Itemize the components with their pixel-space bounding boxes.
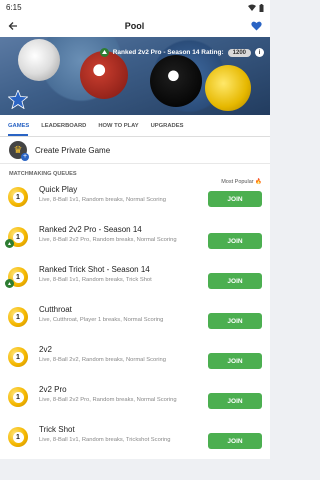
back-arrow-icon[interactable] [8,21,18,31]
ball-number: 1 [12,231,24,243]
tab-indicator [8,134,28,136]
create-private-game-row[interactable]: ♛ + Create Private Game [0,137,270,164]
ball-number: 1 [12,431,24,443]
queue-row-ranked-trick-shot: 1 ▲ Ranked Trick Shot - Season 14 Live, 8-… [0,261,270,301]
queue-row-2v2-pro: 1 2v2 Pro Live, 8-Ball 2v2 Pro, Random br… [0,381,270,421]
one-ball-icon: 1 [8,387,28,407]
ball-number: 1 [12,391,24,403]
create-private-game-label: Create Private Game [35,145,111,155]
queue-row-quick-play: 1 Quick Play Live, 8-Ball 1v1, Random bre… [0,179,270,221]
one-ball-icon: 1 [8,307,28,327]
rank-badge-icon: ▲ [5,279,14,288]
hero-banner: Ranked 2v2 Pro - Season 14 Rating: 1200 … [0,37,270,115]
join-button[interactable]: JOIN [208,433,262,449]
one-ball-icon: 1 ▲ [5,227,28,248]
join-button[interactable]: JOIN [208,313,262,329]
join-button[interactable]: JOIN [208,273,262,289]
status-icons [248,3,264,12]
tab-leaderboard[interactable]: LEADERBOARD [41,123,86,129]
heart-icon[interactable] [251,21,262,31]
one-ball-icon: 1 [8,347,28,367]
plus-icon: + [21,153,29,161]
ball-number: 1 [12,311,24,323]
ball-number: 1 [12,351,24,363]
wifi-icon [248,4,256,11]
ball-number: 1 [12,271,24,283]
join-button[interactable]: JOIN [208,233,262,249]
most-popular-text: Most Popular [221,179,254,185]
queue-row-ranked-2v2-pro: 1 ▲ Ranked 2v2 Pro - Season 14 Live, 8-Bal… [0,221,270,261]
tab-upgrades[interactable]: UPGRADES [151,123,184,129]
page-title: Pool [124,21,145,31]
rating-value: 1200 [227,48,251,57]
join-button[interactable]: JOIN [208,353,262,369]
most-popular-label: Most Popular 🔥 [221,179,262,185]
rank-badge-icon: ▲ [5,239,14,248]
status-time: 6:15 [6,3,22,12]
flame-icon: 🔥 [255,179,262,185]
queue-row-trick-shot: 1 Trick Shot Live, 8-Ball 1v1, Random bre… [0,421,270,459]
crown-icon: ♛ + [9,141,29,161]
pool-ball-decor [150,55,202,107]
join-button[interactable]: JOIN [208,393,262,409]
tab-games[interactable]: GAMES [8,123,29,129]
star-icon[interactable] [8,90,28,109]
app-bar: Pool [0,15,270,37]
one-ball-icon: 1 [8,187,28,207]
one-ball-icon: 1 ▲ [5,267,28,288]
pool-ball-decor [18,39,60,81]
info-icon[interactable]: i [255,48,264,57]
join-button[interactable]: JOIN [208,191,262,207]
pool-ball-decor [205,65,251,111]
one-ball-icon: 1 [8,427,28,447]
queue-list: 1 Quick Play Live, 8-Ball 1v1, Random bre… [0,179,270,459]
rating-bar: Ranked 2v2 Pro - Season 14 Rating: 1200 … [99,48,264,57]
status-bar: 6:15 [0,0,270,15]
rating-label: Ranked 2v2 Pro - Season 14 Rating: [112,49,224,56]
tab-bar: GAMES LEADERBOARD HOW TO PLAY UPGRADES [0,115,270,137]
rank-icon [99,48,109,57]
battery-icon [259,3,264,12]
queue-row-cutthroat: 1 Cutthroat Live, Cutthroat, Player 1 bre… [0,301,270,341]
pool-ball-decor [80,51,128,99]
ball-number: 1 [12,191,24,203]
queue-row-2v2: 1 2v2 Live, 8-Ball 2v2, Random breaks, No… [0,341,270,381]
tab-how-to-play[interactable]: HOW TO PLAY [98,123,138,129]
